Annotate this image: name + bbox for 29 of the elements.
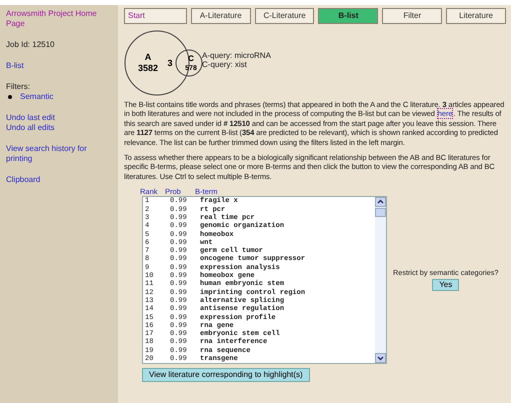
job-id-text: Job Id: 12510: [6, 40, 56, 50]
overlap-count: 3: [168, 58, 172, 68]
tab[interactable]: C-Literature: [254, 8, 314, 24]
sidebar-link[interactable]: View search history for printing: [6, 144, 114, 164]
tab[interactable]: Literature: [446, 8, 506, 24]
sidebar-link[interactable]: Undo last edit: [6, 113, 114, 123]
a-query-text: A-query: microRNA: [202, 52, 271, 61]
c-query-text: C-query: xist: [202, 61, 248, 70]
b-list-link[interactable]: B-list: [6, 61, 114, 71]
a-label: A: [144, 52, 152, 62]
bullet-icon: [8, 95, 12, 99]
tab[interactable]: B-list: [318, 8, 378, 24]
sidebar-link[interactable]: Undo all edits: [6, 123, 114, 133]
b-term-listbox[interactable]: [142, 196, 387, 364]
view-literature-button[interactable]: View literature corresponding to highlight(s): [142, 368, 310, 382]
home-link[interactable]: Arrowsmith Project Home Page: [6, 9, 114, 29]
scroll-thumb[interactable]: [375, 208, 386, 218]
scroll-down-icon[interactable]: [375, 353, 386, 364]
sidebar-link[interactable]: Clipboard: [6, 175, 114, 185]
scroll-up-icon[interactable]: [375, 197, 386, 208]
filters-label: Filters:: [6, 82, 31, 92]
tab[interactable]: Start: [124, 8, 187, 24]
scrollbar[interactable]: [375, 197, 386, 364]
tab[interactable]: Filter: [382, 8, 442, 24]
a-count: 3582: [138, 63, 158, 73]
c-circle: [176, 50, 202, 76]
tab[interactable]: A-Literature: [190, 8, 251, 24]
yes-button[interactable]: Yes: [432, 279, 460, 292]
filter-link[interactable]: Semantic: [20, 92, 54, 102]
